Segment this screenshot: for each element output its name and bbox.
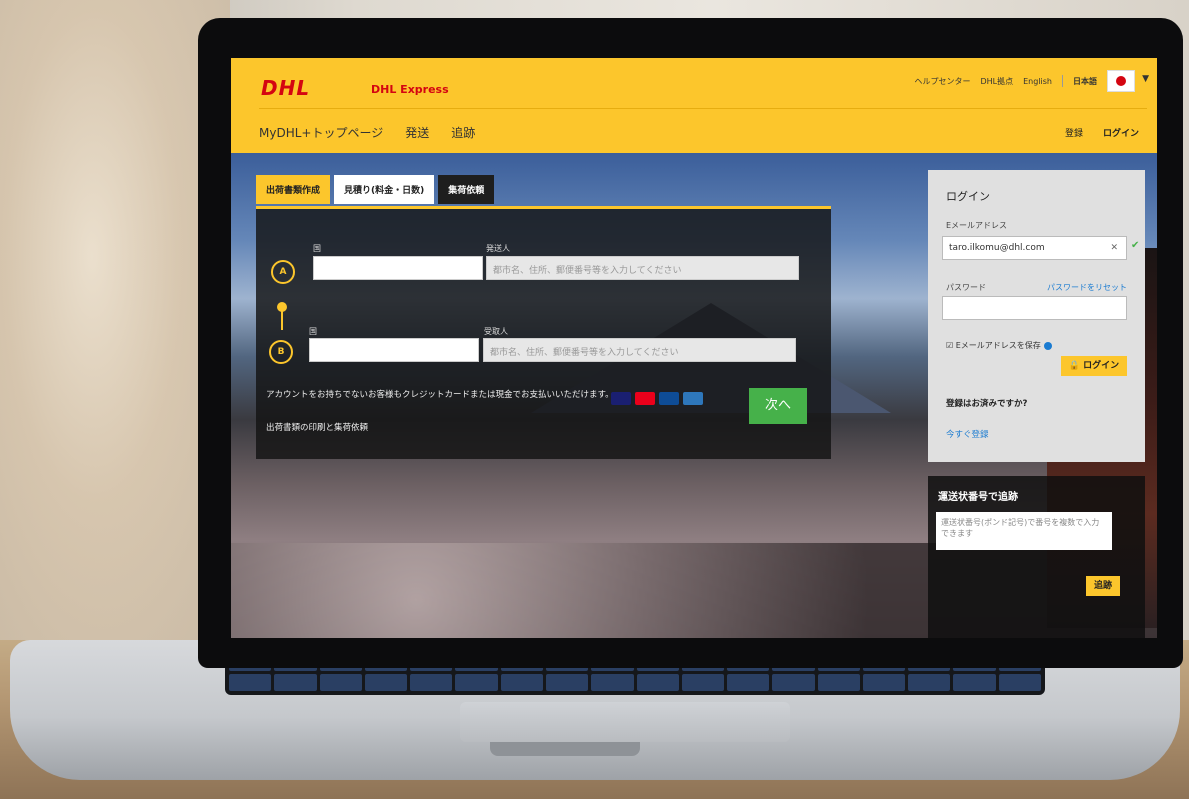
route-dot bbox=[277, 302, 287, 312]
jcb-icon bbox=[659, 392, 679, 405]
email-value: taro.ilkomu@dhl.com bbox=[949, 243, 1045, 253]
tracking-panel: 運送状番号で追跡 運送状番号(ポンド記号)で番号を複数で入力できます 追跡 bbox=[928, 476, 1145, 638]
keyboard-key bbox=[862, 674, 906, 691]
login-title: ログイン bbox=[946, 190, 990, 203]
main-nav: MyDHL+トップページ 発送 追跡 bbox=[259, 124, 475, 141]
japan-flag-icon[interactable] bbox=[1107, 70, 1135, 92]
laptop-notch bbox=[490, 742, 640, 756]
visa-icon bbox=[611, 392, 631, 405]
clear-icon[interactable]: ✕ bbox=[1110, 243, 1118, 253]
nav-item-ship[interactable]: 発送 bbox=[405, 124, 429, 141]
chevron-down-icon[interactable]: ▼ bbox=[1142, 74, 1149, 84]
divider bbox=[1062, 75, 1063, 87]
keyboard-key bbox=[817, 674, 860, 691]
tracking-input[interactable]: 運送状番号(ポンド記号)で番号を複数で入力できます bbox=[936, 512, 1112, 550]
keyboard-key bbox=[636, 674, 679, 691]
dest-label: 受取人 bbox=[484, 327, 508, 336]
first-time-text: 登録はお済みですか? bbox=[946, 399, 1028, 409]
nav-item-home[interactable]: MyDHL+トップページ bbox=[259, 124, 383, 141]
site-header: DHL DHL Express ヘルプセンター DHL拠点 English 日本… bbox=[231, 58, 1157, 153]
email-label: Eメールアドレス bbox=[946, 221, 1008, 230]
login-link[interactable]: ログイン bbox=[1103, 126, 1139, 139]
login-button[interactable]: 🔒 ログイン bbox=[1061, 356, 1127, 376]
background-blur bbox=[0, 0, 230, 640]
reset-password-link[interactable]: パスワードをリセット bbox=[1047, 282, 1127, 293]
keyboard-key bbox=[500, 674, 543, 691]
tab-pickup[interactable]: 集荷依頼 bbox=[438, 175, 495, 204]
payment-note: アカウントをお持ちでないお客様もクレジットカードまたは現金でお支払いいただけます… bbox=[266, 390, 614, 400]
login-button-label: ログイン bbox=[1083, 361, 1120, 371]
keyboard-key bbox=[998, 674, 1041, 691]
origin-label: 発送人 bbox=[486, 244, 510, 253]
mastercard-icon bbox=[635, 392, 655, 405]
remember-email-checkbox[interactable]: ☑ Eメールアドレスを保存 bbox=[946, 340, 1052, 351]
help-center-link[interactable]: ヘルプセンター bbox=[914, 76, 970, 87]
origin-country-label: 国 bbox=[313, 244, 321, 253]
dhl-logo[interactable]: DHL bbox=[261, 76, 310, 100]
email-field[interactable]: taro.ilkomu@dhl.com ✕ bbox=[942, 236, 1127, 260]
shipment-tabs: 出荷書類作成 見積り(料金・日数) 集荷依頼 bbox=[256, 175, 495, 204]
payment-cards bbox=[611, 392, 703, 405]
nav-item-track[interactable]: 追跡 bbox=[451, 124, 475, 141]
dest-country-label: 国 bbox=[309, 327, 317, 336]
keyboard-key bbox=[364, 674, 408, 691]
laptop-trackpad bbox=[460, 702, 790, 742]
print-pickup-note: 出荷書類の印刷と集荷依頼 bbox=[266, 423, 369, 433]
tracking-title: 運送状番号で追跡 bbox=[938, 492, 1018, 503]
utility-nav: ヘルプセンター DHL拠点 English 日本語 bbox=[914, 75, 1097, 87]
keyboard-key bbox=[545, 674, 589, 691]
laptop-screen: DHL DHL Express ヘルプセンター DHL拠点 English 日本… bbox=[231, 58, 1157, 638]
track-button[interactable]: 追跡 bbox=[1086, 576, 1120, 596]
keyboard-key bbox=[953, 674, 996, 691]
signup-link[interactable]: 今すぐ登録 bbox=[946, 428, 989, 440]
account-nav: 登録 ログイン bbox=[1065, 126, 1139, 139]
locations-link[interactable]: DHL拠点 bbox=[980, 76, 1013, 87]
keyboard-key bbox=[455, 674, 498, 691]
keyboard-key bbox=[591, 674, 634, 691]
keyboard-key bbox=[772, 674, 815, 691]
tab-create-shipment[interactable]: 出荷書類作成 bbox=[256, 175, 331, 204]
brand-name: DHL Express bbox=[371, 83, 449, 96]
dest-country-input[interactable] bbox=[309, 338, 479, 362]
register-link[interactable]: 登録 bbox=[1065, 126, 1083, 139]
amex-icon bbox=[683, 392, 703, 405]
info-icon[interactable] bbox=[1043, 341, 1052, 350]
dest-address-input[interactable]: 都市名、住所、郵便番号等を入力してください bbox=[483, 338, 796, 362]
keyboard-key bbox=[681, 674, 725, 691]
next-button[interactable]: 次へ bbox=[749, 388, 807, 424]
login-panel: ログイン Eメールアドレス taro.ilkomu@dhl.com ✕ ✔ パス… bbox=[928, 170, 1145, 462]
japanese-link[interactable]: 日本語 bbox=[1073, 76, 1097, 87]
keyboard-key bbox=[274, 674, 317, 691]
keyboard-key bbox=[727, 674, 770, 691]
password-field[interactable] bbox=[942, 296, 1127, 320]
keyboard-key bbox=[410, 674, 453, 691]
password-label: パスワード bbox=[946, 283, 986, 292]
header-divider bbox=[259, 108, 1147, 109]
origin-country-input[interactable] bbox=[313, 256, 483, 280]
keyboard-key bbox=[319, 674, 362, 691]
marker-a-icon: A bbox=[271, 260, 295, 284]
origin-address-input[interactable]: 都市名、住所、郵便番号等を入力してください bbox=[486, 256, 799, 280]
english-link[interactable]: English bbox=[1023, 77, 1052, 86]
marker-b-icon: B bbox=[269, 340, 293, 364]
checkmark-icon: ✔ bbox=[1131, 240, 1140, 251]
keyboard-key bbox=[229, 674, 272, 691]
remember-label: Eメールアドレスを保存 bbox=[955, 341, 1041, 350]
keyboard-key bbox=[908, 674, 951, 691]
tab-quote[interactable]: 見積り(料金・日数) bbox=[334, 175, 435, 204]
